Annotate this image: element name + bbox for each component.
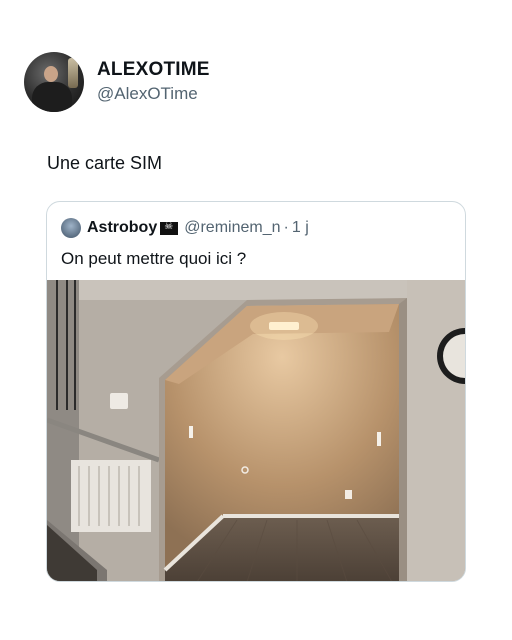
quoted-tweet-header: Astroboy @reminem_n · 1 j: [61, 218, 309, 238]
quoted-photo[interactable]: [47, 280, 465, 581]
author-handle[interactable]: @AlexOTime: [97, 83, 210, 105]
quoted-timestamp[interactable]: 1 j: [292, 219, 309, 237]
quoted-display-name[interactable]: Astroboy: [87, 219, 157, 237]
avatar-lamp: [68, 58, 78, 88]
pirate-flag-icon: [160, 221, 179, 235]
quoted-tweet[interactable]: Astroboy @reminem_n · 1 j On peut mettre…: [46, 201, 466, 582]
author-names: ALEXOTIME @AlexOTime: [97, 59, 210, 105]
tweet-text: Une carte SIM: [47, 153, 163, 173]
avatar-shirt: [32, 82, 72, 112]
author-avatar[interactable]: [24, 52, 84, 112]
quoted-tweet-text: On peut mettre quoi ici ?: [61, 249, 247, 268]
room-photo-illustration: [47, 280, 465, 581]
author-display-name[interactable]: ALEXOTIME: [97, 59, 210, 81]
quoted-avatar[interactable]: [61, 218, 81, 238]
tweet-author[interactable]: ALEXOTIME @AlexOTime: [24, 52, 210, 112]
quoted-handle[interactable]: @reminem_n: [184, 219, 280, 237]
avatar-head: [44, 66, 58, 82]
separator-dot: ·: [283, 219, 289, 236]
